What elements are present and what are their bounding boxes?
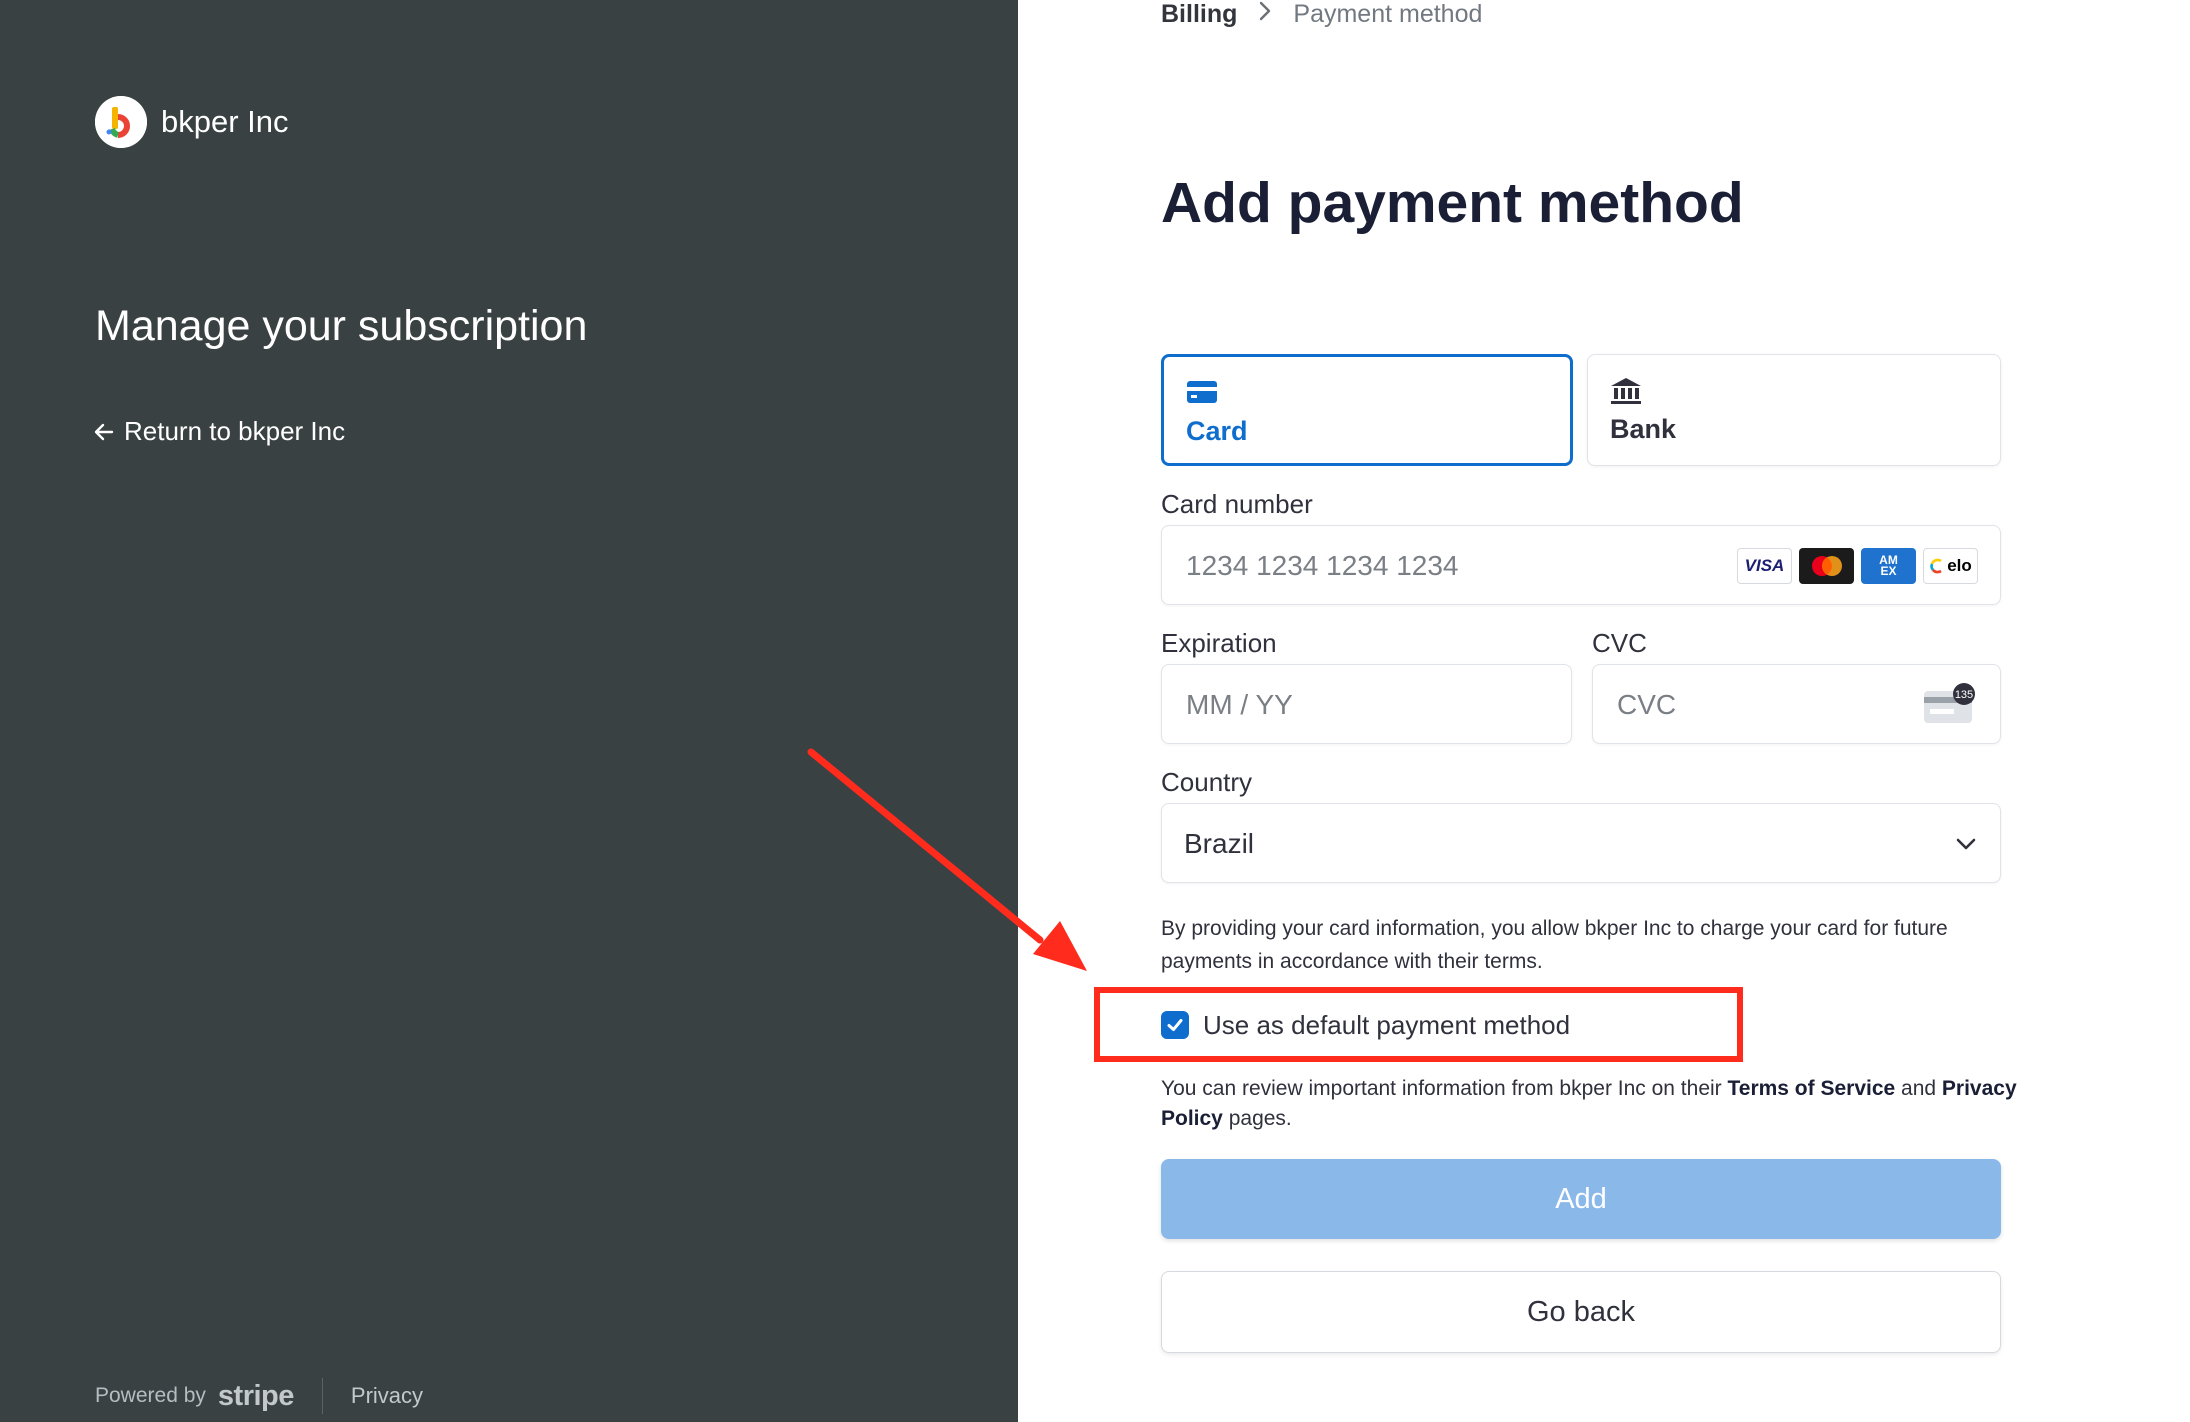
page-title: Add payment method — [1161, 171, 1744, 235]
cvc-card-icon: 135 — [1922, 683, 1978, 730]
terms-of-service-link[interactable]: Terms of Service — [1728, 1077, 1896, 1100]
cvc-icon-text: 135 — [1955, 689, 1973, 701]
card-number-input[interactable] — [1184, 526, 1691, 606]
country-label: Country — [1161, 767, 1253, 797]
sidebar-footer: Powered by stripe Privacy — [95, 1378, 423, 1414]
info-prefix: You can review important information fro… — [1161, 1077, 1728, 1100]
info-middle: and — [1895, 1077, 1942, 1100]
tab-card-label: Card — [1186, 416, 1248, 446]
visa-icon: VISA — [1737, 548, 1792, 584]
tab-bank[interactable]: Bank — [1587, 354, 2001, 466]
company-name: bkper Inc — [161, 104, 289, 139]
expiration-field[interactable] — [1161, 664, 1572, 745]
breadcrumb: Billing Payment method — [1161, 0, 1482, 29]
return-link-label: Return to bkper Inc — [124, 416, 346, 446]
cvc-input[interactable] — [1615, 665, 1864, 745]
tab-bank-label: Bank — [1610, 414, 1677, 444]
company-logo — [95, 96, 147, 148]
arrow-left-icon — [94, 423, 114, 440]
card-brands: VISA AM EX elo — [1730, 548, 1978, 584]
breadcrumb-current: Payment method — [1293, 0, 1483, 28]
amex-icon: AM EX — [1861, 548, 1916, 584]
info-text: You can review important information fro… — [1161, 1074, 2021, 1134]
card-number-field[interactable]: VISA AMEX elo — [1161, 525, 2001, 606]
info-suffix: pages. — [1222, 1107, 1292, 1130]
country-value: Brazil — [1184, 828, 1255, 859]
go-back-button[interactable]: Go back — [1161, 1271, 2001, 1353]
expiration-input[interactable] — [1184, 665, 1434, 745]
stripe-logo[interactable]: stripe — [218, 1380, 294, 1413]
add-button[interactable]: Add — [1161, 1159, 2001, 1239]
tab-card[interactable]: Card — [1161, 354, 1573, 466]
breadcrumb-billing[interactable]: Billing — [1161, 0, 1237, 29]
chevron-down-icon — [1954, 832, 1978, 861]
expiration-label: Expiration — [1161, 628, 1277, 658]
powered-by-text: Powered by — [95, 1384, 206, 1407]
country-select[interactable]: Brazil — [1161, 803, 2001, 883]
default-payment-label[interactable]: Use as default payment method — [1203, 1010, 1570, 1041]
credit-card-icon — [1186, 379, 1218, 410]
company-brand[interactable]: bkper Inc — [95, 96, 289, 148]
cvc-field[interactable]: 135 — [1592, 664, 2001, 745]
bank-icon — [1610, 377, 1642, 410]
consent-text: By providing your card information, you … — [1161, 917, 1948, 973]
footer-divider — [321, 1378, 323, 1414]
chevron-right-icon — [1257, 0, 1273, 29]
elo-icon: elo — [1923, 548, 1978, 584]
checkmark-icon — [1167, 1019, 1183, 1031]
sidebar-panel: bkper Inc Manage your subscription Retur… — [0, 0, 1018, 1422]
return-link[interactable]: Return to bkper Inc — [92, 416, 345, 447]
privacy-link[interactable]: Privacy — [351, 1383, 423, 1409]
sidebar-heading: Manage your subscription — [95, 302, 588, 350]
mastercard-icon — [1799, 548, 1854, 584]
card-number-label: Card number — [1161, 489, 1313, 519]
default-payment-checkbox[interactable] — [1161, 1011, 1189, 1039]
cvc-label: CVC — [1592, 628, 1647, 658]
